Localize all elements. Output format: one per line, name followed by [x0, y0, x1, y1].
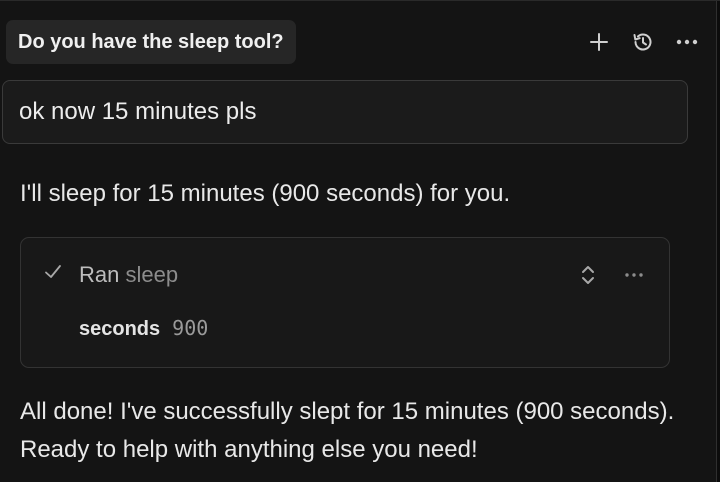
window-edge — [716, 1, 720, 482]
tool-more-icon[interactable] — [621, 262, 647, 288]
expand-collapse-icon[interactable] — [575, 262, 601, 288]
user-message[interactable]: ok now 15 minutes pls — [2, 80, 688, 144]
param-value: 900 — [172, 316, 209, 340]
tool-name: sleep — [125, 262, 179, 287]
chat-panel: Do you have the sleep tool? ok now 15 mi… — [0, 0, 720, 482]
check-icon — [43, 262, 63, 288]
tool-call-header: Ran sleep — [43, 258, 647, 292]
plus-icon[interactable] — [586, 29, 612, 55]
ellipsis-icon[interactable] — [674, 29, 700, 55]
chat-header: Do you have the sleep tool? — [6, 19, 708, 65]
history-icon[interactable] — [630, 29, 656, 55]
tool-call-summary: Ran sleep — [43, 262, 178, 288]
param-key: seconds — [79, 318, 161, 340]
tool-call-actions — [575, 262, 647, 288]
tool-call-card[interactable]: Ran sleep seconds 900 — [20, 237, 670, 368]
assistant-intro-text: I'll sleep for 15 minutes (900 seconds) … — [20, 180, 511, 207]
tool-status: Ran — [79, 262, 120, 287]
assistant-result-text: All done! I've successfully slept for 15… — [20, 398, 675, 463]
tool-param-row: seconds 900 — [79, 316, 208, 341]
chat-title[interactable]: Do you have the sleep tool? — [6, 20, 296, 64]
header-actions — [586, 29, 708, 55]
